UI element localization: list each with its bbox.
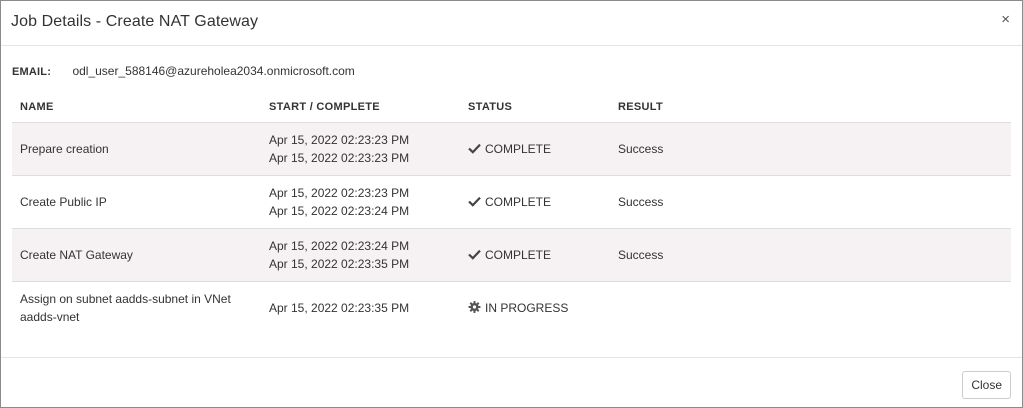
step-start-time: Apr 15, 2022 02:23:23 PM <box>269 186 410 200</box>
step-status: IN PROGRESS <box>485 301 569 315</box>
dialog-header: Job Details - Create NAT Gateway × <box>1 1 1022 46</box>
email-label: EMAIL: <box>12 66 52 78</box>
step-status: COMPLETE <box>485 142 552 156</box>
step-status-cell: IN PROGRESS <box>460 281 610 334</box>
step-result: Success <box>618 195 664 209</box>
step-status: COMPLETE <box>485 195 552 209</box>
step-time-cell: Apr 15, 2022 02:23:23 PM Apr 15, 2022 02… <box>261 175 460 229</box>
table-row: Create NAT Gateway Apr 15, 2022 02:23:24… <box>12 228 1011 282</box>
dialog-footer: Close <box>1 357 1022 408</box>
close-button[interactable]: Close <box>962 371 1011 399</box>
step-complete-time: Apr 15, 2022 02:23:24 PM <box>269 204 410 218</box>
step-status-cell: COMPLETE <box>460 122 610 176</box>
step-name: Assign on subnet aadds-subnet in VNet <box>20 292 231 306</box>
step-name-cell: Assign on subnet aadds-subnet in VNet aa… <box>12 281 261 334</box>
step-start-time: Apr 15, 2022 02:23:24 PM <box>269 239 410 253</box>
step-status: COMPLETE <box>485 248 552 262</box>
step-start-time: Apr 15, 2022 02:23:35 PM <box>269 301 410 315</box>
job-steps-table: NAME START / COMPLETE STATUS RESULT Prep… <box>12 92 1011 334</box>
table-row: Create Public IP Apr 15, 2022 02:23:23 P… <box>12 175 1011 229</box>
column-header-name: NAME <box>20 101 54 113</box>
dialog-title: Job Details - Create NAT Gateway <box>11 13 259 30</box>
step-name: Create Public IP <box>20 195 107 209</box>
column-header-start-complete: START / COMPLETE <box>269 101 380 113</box>
check-icon <box>468 249 481 260</box>
step-name-cell: Prepare creation <box>12 122 261 176</box>
step-name: Prepare creation <box>20 142 109 156</box>
step-result-cell: Success <box>610 228 1011 282</box>
table-row: Prepare creation Apr 15, 2022 02:23:23 P… <box>12 122 1011 176</box>
table-header-row: NAME START / COMPLETE STATUS RESULT <box>12 92 1011 123</box>
step-result: Success <box>618 142 664 156</box>
job-details-dialog: Job Details - Create NAT Gateway × EMAIL… <box>0 0 1023 408</box>
step-time-cell: Apr 15, 2022 02:23:35 PM <box>261 281 460 334</box>
step-start-time: Apr 15, 2022 02:23:23 PM <box>269 133 410 147</box>
step-result-cell: Success <box>610 122 1011 176</box>
close-icon[interactable]: × <box>1001 12 1010 28</box>
step-name-cell: Create NAT Gateway <box>12 228 261 282</box>
step-status-cell: COMPLETE <box>460 228 610 282</box>
table-row: Assign on subnet aadds-subnet in VNet aa… <box>12 281 1011 334</box>
step-time-cell: Apr 15, 2022 02:23:23 PM Apr 15, 2022 02… <box>261 122 460 176</box>
step-status-cell: COMPLETE <box>460 175 610 229</box>
email-row: EMAIL: odl_user_588146@azureholea2034.on… <box>12 64 355 78</box>
column-header-status: STATUS <box>468 101 513 113</box>
step-complete-time: Apr 15, 2022 02:23:23 PM <box>269 151 410 165</box>
email-value: odl_user_588146@azureholea2034.onmicroso… <box>72 64 355 78</box>
column-header-result: RESULT <box>618 101 663 113</box>
step-result-cell: Success <box>610 175 1011 229</box>
step-name-cell: Create Public IP <box>12 175 261 229</box>
gear-icon <box>468 301 481 313</box>
check-icon <box>468 196 481 207</box>
step-name-continued: aadds-vnet <box>20 310 80 324</box>
step-result: Success <box>618 248 664 262</box>
step-time-cell: Apr 15, 2022 02:23:24 PM Apr 15, 2022 02… <box>261 228 460 282</box>
step-name: Create NAT Gateway <box>20 248 133 262</box>
check-icon <box>468 143 481 154</box>
step-result-cell <box>610 281 1011 334</box>
step-complete-time: Apr 15, 2022 02:23:35 PM <box>269 257 410 271</box>
